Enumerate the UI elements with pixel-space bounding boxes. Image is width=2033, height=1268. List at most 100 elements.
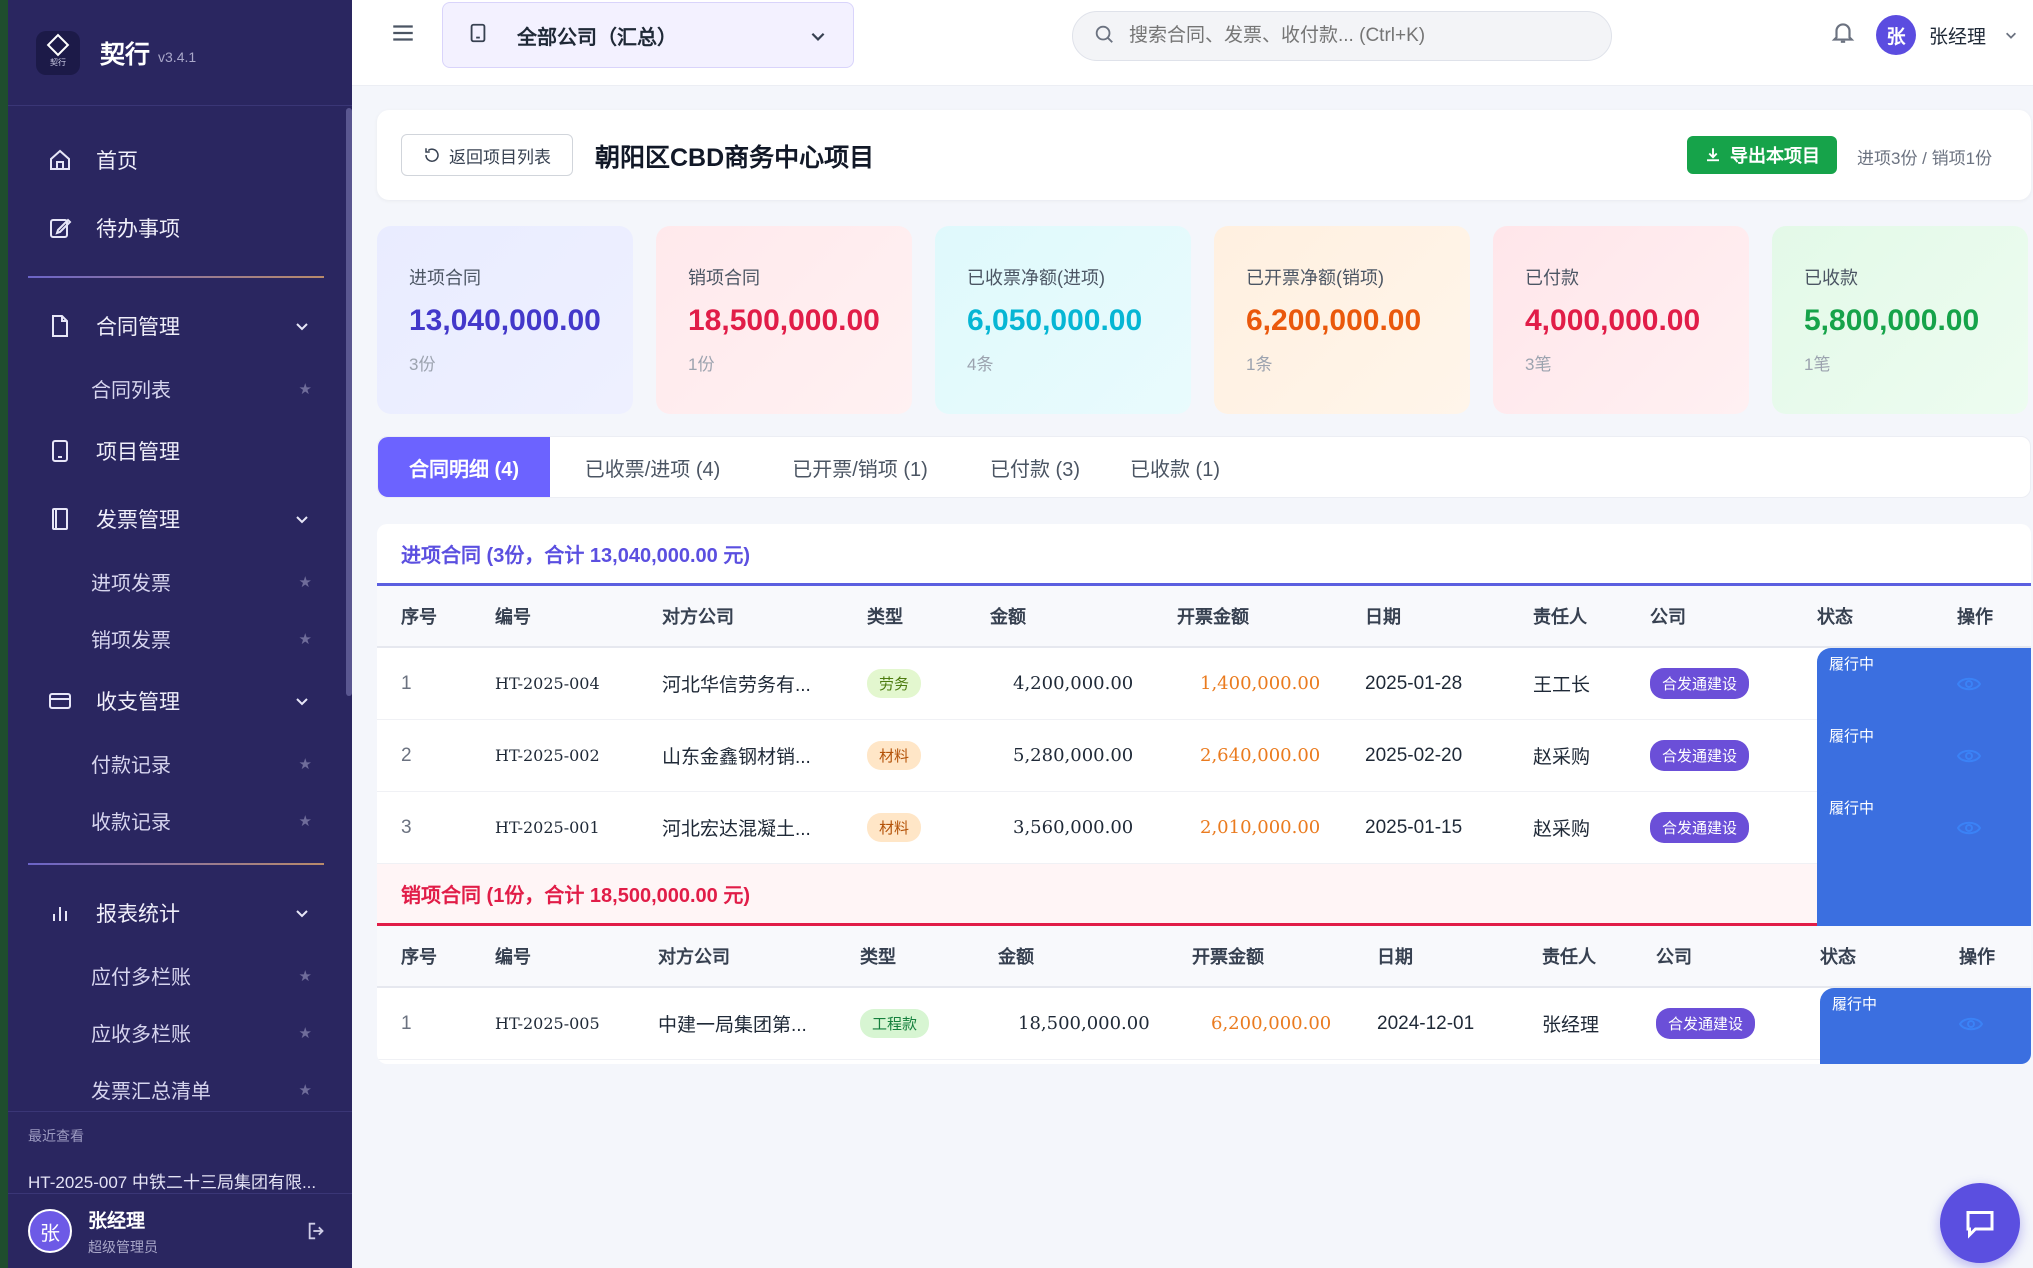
sidebar-item-contract-list[interactable]: 合同列表 ★ [8, 360, 352, 417]
sidebar-item-label: 项目管理 [96, 441, 180, 464]
sidebar-item-label: 合同列表 [91, 380, 171, 402]
tablet-icon [46, 437, 74, 465]
invoiced-amount: 2,010,000.00 [1200, 817, 1321, 838]
stat-sub: 1份 [688, 355, 715, 374]
star-icon[interactable]: ★ [299, 1024, 312, 1042]
view-icon[interactable] [1957, 720, 1981, 791]
table-row[interactable]: 2 HT-2025-002 山东金鑫钢材销... 材料 5,280,000.00… [377, 720, 2031, 908]
stat-value: 18,500,000.00 [688, 304, 880, 337]
sidebar-item-output-invoice[interactable]: 销项发票 ★ [8, 610, 352, 667]
back-button-label: 返回项目列表 [449, 147, 551, 167]
sidebar-item-receipts[interactable]: 收款记录 ★ [8, 792, 352, 849]
tab-paid[interactable]: 已付款 (3) [965, 437, 1105, 497]
amount: 3,560,000.00 [1013, 817, 1134, 838]
avatar[interactable]: 张 [1876, 15, 1916, 55]
star-icon[interactable]: ★ [299, 380, 312, 398]
stat-card-paid[interactable]: 已付款 4,000,000.00 3笔 [1493, 226, 1749, 414]
company-badge: 合发通建设 [1650, 812, 1750, 843]
sidebar-item-label: 合同管理 [96, 316, 180, 339]
contract-code[interactable]: HT-2025-001 [495, 792, 600, 863]
col-header: 开票金额 [1192, 947, 1264, 967]
col-header: 责任人 [1542, 947, 1596, 967]
recent-viewed: 最近查看 HT-2025-007 中铁二十三局集团有限... [8, 1111, 352, 1193]
row-no: 1 [401, 1012, 412, 1034]
sidebar-item-receivable-ledger[interactable]: 应收多栏账 ★ [8, 1004, 352, 1061]
stat-card-received[interactable]: 已收款 5,800,000.00 1笔 [1772, 226, 2028, 414]
table-row[interactable]: 1 HT-2025-005 中建一局集团第... 工程款 18,500,000.… [377, 988, 2031, 1064]
contract-code[interactable]: HT-2025-005 [495, 988, 600, 1059]
chevron-down-icon [294, 903, 310, 927]
sidebar-item-label: 报表统计 [96, 903, 180, 926]
back-to-projects-button[interactable]: 返回项目列表 [401, 134, 573, 176]
global-search[interactable] [1072, 11, 1612, 61]
contract-code[interactable]: HT-2025-002 [495, 720, 600, 791]
star-icon[interactable]: ★ [299, 967, 312, 985]
search-input[interactable] [1129, 25, 1589, 47]
stat-value: 4,000,000.00 [1525, 304, 1701, 337]
star-icon[interactable]: ★ [299, 755, 312, 773]
table-header: 序号 编号 对方公司 类型 金额 开票金额 日期 责任人 公司 状态 操作 [377, 586, 2031, 648]
view-icon[interactable] [1957, 648, 1981, 719]
view-icon[interactable] [1959, 988, 1983, 1059]
col-header: 开票金额 [1177, 607, 1249, 627]
sidebar-group-reports[interactable]: 报表统计 [8, 879, 352, 947]
search-icon [1093, 23, 1115, 50]
stat-card-invoice-received[interactable]: 已收票净额(进项) 6,050,000.00 4条 [935, 226, 1191, 414]
sidebar-item-payable-ledger[interactable]: 应付多栏账 ★ [8, 947, 352, 1004]
stat-sub: 4条 [967, 355, 994, 374]
tab-contract-detail[interactable]: 合同明细 (4) [378, 437, 550, 497]
sidebar-item-label: 收款记录 [91, 812, 171, 834]
sidebar-item-home[interactable]: 首页 [8, 126, 352, 194]
stat-label: 已收款 [1804, 268, 1858, 288]
logout-icon[interactable] [306, 1220, 328, 1247]
sidebar-item-todo[interactable]: 待办事项 [8, 194, 352, 262]
contract-code[interactable]: HT-2025-004 [495, 648, 600, 719]
sidebar-group-contract[interactable]: 合同管理 [8, 292, 352, 360]
sidebar-group-finance[interactable]: 收支管理 [8, 667, 352, 735]
stat-card-inbound[interactable]: 进项合同 13,040,000.00 3份 [377, 226, 633, 414]
chevron-down-icon [294, 509, 310, 533]
header-user-name[interactable]: 张经理 [1929, 22, 1986, 49]
owner: 赵采购 [1533, 747, 1591, 768]
app-name: 契行 [100, 40, 151, 69]
company-selector[interactable]: 全部公司（汇总） [442, 2, 854, 68]
page-title: 朝阳区CBD商务中心项目 [595, 144, 875, 172]
stat-label: 已付款 [1525, 268, 1579, 288]
chat-button[interactable] [1940, 1183, 2020, 1263]
col-header: 操作 [1957, 607, 1993, 627]
menu-toggle-icon[interactable] [390, 20, 416, 51]
view-icon[interactable] [1957, 792, 1981, 863]
sidebar-item-input-invoice[interactable]: 进项发票 ★ [8, 553, 352, 610]
tab-received[interactable]: 已收款 (1) [1105, 437, 1245, 497]
export-project-button[interactable]: 导出本项目 [1687, 136, 1837, 174]
sidebar-group-project[interactable]: 项目管理 [8, 417, 352, 485]
stat-sub: 3份 [409, 355, 436, 374]
amount: 18,500,000.00 [1018, 1013, 1150, 1034]
stat-card-outbound[interactable]: 销项合同 18,500,000.00 1份 [656, 226, 912, 414]
brand[interactable]: 契行 契行 v3.4.1 [8, 0, 352, 106]
type-tag: 材料 [867, 813, 922, 842]
star-icon[interactable]: ★ [299, 630, 312, 648]
app-logo: 契行 [36, 30, 80, 75]
star-icon[interactable]: ★ [299, 812, 312, 830]
stat-card-invoice-issued[interactable]: 已开票净额(销项) 6,200,000.00 1条 [1214, 226, 1470, 414]
sidebar-item-invoice-summary[interactable]: 发票汇总清单 ★ [8, 1061, 352, 1118]
star-icon[interactable]: ★ [299, 1081, 312, 1099]
tab-invoice-issued[interactable]: 已开票/销项 (1) [755, 437, 965, 497]
avatar[interactable]: 张 [28, 1209, 72, 1253]
table-row[interactable]: 1 HT-2025-004 河北华信劳务有... 劳务 4,200,000.00… [377, 648, 2031, 836]
date: 2025-01-28 [1365, 672, 1463, 694]
invoiced-amount: 1,400,000.00 [1200, 673, 1321, 694]
sidebar-item-label: 首页 [96, 150, 138, 173]
tab-invoice-received[interactable]: 已收票/进项 (4) [550, 437, 755, 497]
table-row[interactable]: 3 HT-2025-001 河北宏达混凝土... 材料 3,560,000.00… [377, 792, 2031, 980]
recent-item[interactable]: HT-2025-007 中铁二十三局集团有限... [28, 1168, 332, 1193]
sidebar-item-payments[interactable]: 付款记录 ★ [8, 735, 352, 792]
stat-value: 13,040,000.00 [409, 304, 601, 337]
stats-row: 进项合同 13,040,000.00 3份 销项合同 18,500,000.00… [377, 226, 2033, 416]
bell-icon[interactable] [1830, 18, 1856, 51]
sidebar-group-invoice[interactable]: 发票管理 [8, 485, 352, 553]
star-icon[interactable]: ★ [299, 573, 312, 591]
download-icon [1707, 148, 1719, 162]
chevron-down-icon[interactable] [2004, 28, 2018, 47]
